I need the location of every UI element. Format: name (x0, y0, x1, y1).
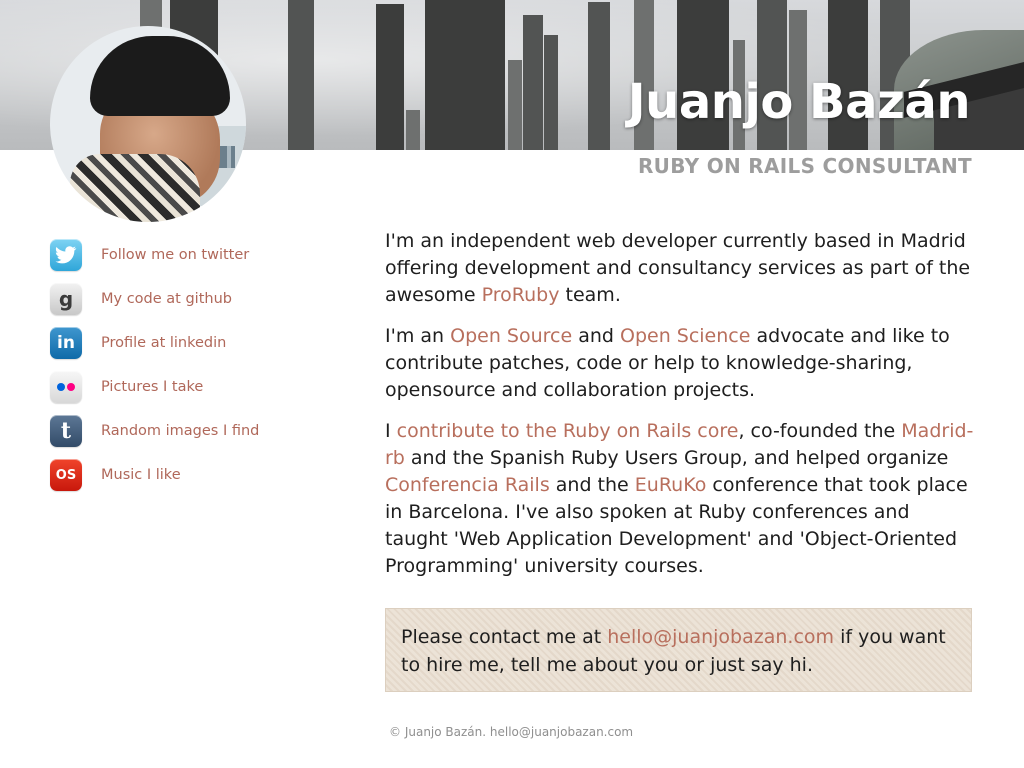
wooden-post (588, 2, 610, 150)
sidebar-item-github[interactable]: g My code at github (50, 277, 310, 321)
flickr-icon (50, 371, 82, 403)
text: I (385, 420, 397, 442)
wooden-post (523, 15, 543, 150)
linkedin-icon: in (50, 327, 82, 359)
euruko-link[interactable]: EuRuKo (635, 474, 707, 496)
sidebar-item-twitter[interactable]: Follow me on twitter (50, 233, 310, 277)
text: I'm an independent web developer current… (385, 230, 971, 306)
sidebar-item-flickr[interactable]: Pictures I take (50, 365, 310, 409)
sidebar-item-lastfm[interactable]: OS Music I like (50, 453, 310, 497)
tumblr-icon: t (50, 415, 82, 447)
lastfm-icon: OS (50, 459, 82, 491)
sidebar-item-label: Profile at linkedin (101, 335, 227, 351)
sidebar-item-tumblr[interactable]: t Random images I find (50, 409, 310, 453)
wooden-post (376, 4, 404, 150)
rails-core-link[interactable]: contribute to the Ruby on Rails core (397, 420, 739, 442)
avatar (50, 26, 246, 222)
contact-box: Please contact me at hello@juanjobazan.c… (385, 608, 972, 692)
avatar-scarf (70, 154, 200, 222)
wooden-post (544, 35, 558, 150)
contributions-paragraph: I contribute to the Ruby on Rails core, … (385, 418, 975, 580)
site-title: Juanjo Bazán (627, 74, 971, 130)
text: team. (559, 284, 621, 306)
sidebar-item-linkedin[interactable]: in Profile at linkedin (50, 321, 310, 365)
proruby-link[interactable]: ProRuby (482, 284, 560, 306)
site-subtitle: RUBY ON RAILS CONSULTANT (637, 154, 972, 178)
sidebar-item-label: Random images I find (101, 423, 260, 439)
text: and the (549, 474, 635, 496)
open-science-link[interactable]: Open Science (620, 325, 750, 347)
footer: © Juanjo Bazán. hello@juanjobazan.com (389, 725, 634, 739)
github-icon: g (50, 283, 82, 315)
sidebar-item-label: Pictures I take (101, 379, 204, 395)
text: I'm an (385, 325, 451, 347)
text: and the Spanish Ruby Users Group, and he… (404, 447, 949, 469)
wooden-post (508, 60, 522, 150)
sidebar-item-label: Music I like (101, 467, 181, 483)
wooden-post (288, 0, 314, 150)
main-content: I'm an independent web developer current… (385, 228, 975, 594)
email-link[interactable]: hello@juanjobazan.com (607, 626, 834, 648)
text: , co-founded the (738, 420, 902, 442)
text: Please contact me at (401, 626, 608, 648)
wooden-post (425, 0, 505, 150)
intro-paragraph: I'm an independent web developer current… (385, 228, 975, 309)
opensource-paragraph: I'm an Open Source and Open Science advo… (385, 323, 975, 404)
sidebar-item-label: Follow me on twitter (101, 247, 250, 263)
text: and (572, 325, 620, 347)
social-links: Follow me on twitter g My code at github… (50, 233, 310, 497)
sidebar-item-label: My code at github (101, 291, 232, 307)
open-source-link[interactable]: Open Source (450, 325, 572, 347)
avatar-hat (90, 36, 230, 116)
wooden-post (406, 110, 420, 150)
conferencia-rails-link[interactable]: Conferencia Rails (385, 474, 550, 496)
twitter-icon (50, 239, 82, 271)
